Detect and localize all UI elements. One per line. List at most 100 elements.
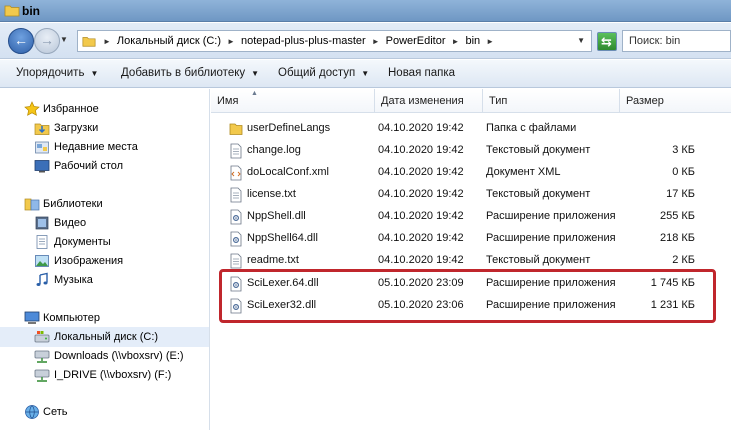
- nav-label: Компьютер: [43, 312, 100, 324]
- search-input[interactable]: Поиск: bin: [622, 30, 731, 52]
- file-name: doLocalConf.xml: [247, 166, 329, 178]
- refresh-icon: ⇆: [601, 34, 612, 49]
- downloads-folder-icon: [34, 123, 50, 135]
- text-file-icon: [230, 253, 242, 269]
- breadcrumb-item[interactable]: Локальный диск (C:): [114, 35, 224, 47]
- file-name: license.txt: [247, 188, 296, 200]
- file-list: Имя ▲ Дата изменения Тип Размер userDefi…: [211, 89, 731, 430]
- nav-item-downloads[interactable]: Загрузки: [0, 118, 209, 138]
- window-title: bin: [22, 4, 40, 18]
- search-placeholder: Поиск: bin: [629, 35, 681, 47]
- xml-file-icon: [230, 165, 242, 181]
- address-dropdown-icon[interactable]: ▼: [577, 36, 585, 45]
- file-date: 04.10.2020 19:42: [378, 166, 464, 178]
- star-icon: [24, 101, 40, 116]
- nav-label: Локальный диск (C:): [54, 331, 159, 343]
- nav-item-desktop[interactable]: Рабочий стол: [0, 156, 209, 176]
- file-row[interactable]: NppShell.dll 04.10.2020 19:42 Расширение п…: [211, 206, 731, 228]
- file-type: Расширение приложения: [486, 232, 616, 244]
- file-row[interactable]: SciLexer32.dll 05.10.2020 23:06 Расширение…: [211, 295, 731, 317]
- file-row[interactable]: NppShell64.dll 04.10.2020 19:42 Расширение…: [211, 228, 731, 250]
- file-date: 04.10.2020 19:42: [378, 122, 464, 134]
- dll-file-icon: [230, 209, 242, 225]
- file-date: 05.10.2020 23:06: [378, 299, 464, 311]
- file-size: 1 231 КБ: [650, 299, 695, 311]
- documents-icon: [36, 235, 48, 249]
- dll-file-icon: [230, 231, 242, 247]
- chevron-down-icon: ▼: [361, 69, 370, 78]
- folder-icon: [82, 37, 96, 47]
- nav-item-music[interactable]: Музыка: [0, 270, 209, 290]
- file-size: 3 КБ: [672, 144, 695, 156]
- breadcrumb[interactable]: ► Локальный диск (C:) ► notepad-plus-plu…: [77, 30, 592, 52]
- breadcrumb-item[interactable]: notepad-plus-plus-master: [238, 35, 369, 47]
- column-name[interactable]: Имя ▲: [211, 89, 375, 113]
- breadcrumb-chevron-icon[interactable]: ►: [100, 37, 114, 46]
- share-label: Общий доступ: [278, 67, 356, 79]
- column-size[interactable]: Размер: [620, 89, 731, 113]
- add-to-library-button[interactable]: Добавить в библиотеку ▼: [121, 67, 259, 79]
- file-name: NppShell64.dll: [247, 232, 318, 244]
- file-size: 17 КБ: [666, 188, 695, 200]
- folder-icon: [229, 123, 243, 135]
- computer-icon: [24, 311, 40, 324]
- breadcrumb-item[interactable]: PowerEditor: [383, 35, 449, 47]
- nav-item-images[interactable]: Изображения: [0, 251, 209, 271]
- file-row[interactable]: doLocalConf.xml 04.10.2020 19:42 Документ …: [211, 162, 731, 184]
- nav-item-recent[interactable]: Недавние места: [0, 137, 209, 157]
- share-button[interactable]: Общий доступ ▼: [278, 67, 369, 79]
- file-row[interactable]: change.log 04.10.2020 19:42 Текстовый доку…: [211, 140, 731, 162]
- refresh-button[interactable]: ⇆: [597, 32, 617, 51]
- breadcrumb-item[interactable]: bin: [462, 35, 483, 47]
- desktop-icon: [34, 160, 50, 173]
- file-type: Документ XML: [486, 166, 561, 178]
- nav-label: Видео: [54, 217, 87, 229]
- nav-item-favorites[interactable]: Избранное: [0, 99, 209, 119]
- file-date: 04.10.2020 19:42: [378, 254, 464, 266]
- network-drive-icon: [34, 369, 50, 382]
- back-button[interactable]: ←: [8, 28, 34, 54]
- column-date[interactable]: Дата изменения: [375, 89, 483, 113]
- file-date: 04.10.2020 19:42: [378, 188, 464, 200]
- history-dropdown-icon[interactable]: ▼: [60, 35, 68, 44]
- nav-label: Сеть: [43, 406, 68, 418]
- nav-item-network-drive-e[interactable]: Downloads (\\vboxsrv) (E:): [0, 346, 209, 366]
- file-row[interactable]: userDefineLangs 04.10.2020 19:42 Папка с ф…: [211, 118, 731, 140]
- breadcrumb-chevron-icon[interactable]: ►: [369, 37, 383, 46]
- nav-item-network-drive-f[interactable]: I_DRIVE (\\vboxsrv) (F:): [0, 365, 209, 385]
- file-row[interactable]: SciLexer.64.dll 05.10.2020 23:09 Расширени…: [211, 273, 731, 295]
- organize-button[interactable]: Упорядочить ▼: [16, 67, 98, 79]
- file-name: readme.txt: [247, 254, 299, 266]
- nav-item-computer[interactable]: Компьютер: [0, 308, 209, 328]
- file-name: SciLexer.64.dll: [247, 277, 319, 289]
- breadcrumb-chevron-icon[interactable]: ►: [449, 37, 463, 46]
- column-type[interactable]: Тип: [483, 89, 620, 113]
- file-row[interactable]: readme.txt 04.10.2020 19:42 Текстовый доку…: [211, 250, 731, 272]
- nav-label: Изображения: [54, 255, 124, 267]
- nav-item-video[interactable]: Видео: [0, 213, 209, 233]
- chevron-down-icon: ▼: [251, 69, 260, 78]
- file-type: Текстовый документ: [486, 254, 591, 266]
- file-type: Расширение приложения: [486, 210, 616, 222]
- file-name: change.log: [247, 144, 301, 156]
- file-row[interactable]: license.txt 04.10.2020 19:42 Текстовый док…: [211, 184, 731, 206]
- title-bar: bin: [0, 0, 731, 22]
- nav-item-network[interactable]: Сеть: [0, 402, 209, 422]
- file-type: Расширение приложения: [486, 277, 616, 289]
- column-header-row: Имя ▲ Дата изменения Тип Размер: [211, 89, 731, 113]
- file-size: 0 КБ: [672, 166, 695, 178]
- nav-label: Избранное: [43, 103, 99, 115]
- file-size: 2 КБ: [672, 254, 695, 266]
- nav-item-libraries[interactable]: Библиотеки: [0, 194, 209, 214]
- new-folder-button[interactable]: Новая папка: [388, 67, 455, 79]
- breadcrumb-chevron-icon[interactable]: ►: [224, 37, 238, 46]
- dll-file-icon: [230, 276, 242, 292]
- forward-button[interactable]: →: [34, 28, 60, 54]
- nav-item-local-disk[interactable]: Локальный диск (C:): [0, 327, 209, 347]
- breadcrumb-chevron-icon[interactable]: ►: [483, 37, 497, 46]
- nav-item-documents[interactable]: Документы: [0, 232, 209, 252]
- text-file-icon: [230, 143, 242, 159]
- file-date: 04.10.2020 19:42: [378, 232, 464, 244]
- file-date: 05.10.2020 23:09: [378, 277, 464, 289]
- libraries-icon: [24, 198, 40, 211]
